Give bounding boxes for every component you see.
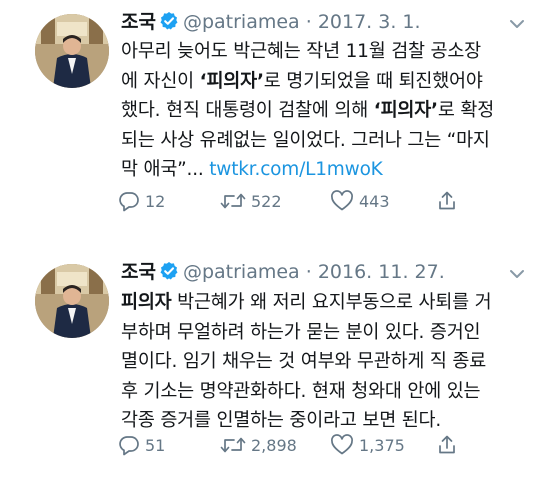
tweet-text-line: 부하며 무얼하려 하는가 묻는 분이 있다. 증거인 [121,318,541,348]
reply-count: 12 [145,191,166,211]
tweet-actions: 12 522 443 [118,188,538,214]
text-segment: 했다. 현직 대통령이 검찰에 의해 [121,100,374,121]
tweet-1[interactable]: 조국 @patriamea · 2017. 3. 1. 아무리 늦어도 박근혜는 … [0,0,557,226]
tweet-2[interactable]: 조국 @patriamea · 2016. 11. 27. 피의자 박근혜가 왜 … [0,252,557,477]
author-handle[interactable]: @patriamea [183,11,300,33]
author-handle[interactable]: @patriamea [183,261,300,283]
tweet-text-line: 되는 사상 유례없는 일이었다. 그러나 그는 “마지 [121,126,541,156]
verified-badge-icon [159,11,179,37]
text-segment: 되는 사상 유례없는 일이었다. 그러나 그는 “마지 [121,129,490,151]
tweet-text-line: 막 애국”... twtkr.com/L1mwoK [121,155,541,185]
tweet-actions: 51 2,898 1,375 [118,432,538,458]
share-icon [439,435,455,454]
chevron-down-icon[interactable] [507,264,527,284]
tweet-text-line: 했다. 현직 대통령이 검찰에 의해 ‘피의자’로 확정 [121,96,541,126]
text-segment: 막 애국”... [121,159,210,180]
tweet-text-line: 후 기소는 명약관화하다. 현재 청와대 안에 있는 [121,377,541,407]
share-icon [439,191,455,210]
author-name[interactable]: 조국 [121,11,156,33]
tweet-header: 조국 @patriamea · 2017. 3. 1. [121,10,421,37]
reply-icon [119,436,139,456]
tweet-text-line: 멸이다. 임기 채우는 것 여부와 무관하게 직 종료 [121,347,541,377]
chevron-down-icon[interactable] [507,14,527,34]
tweet-text-line: 에 자신이 ‘피의자’로 명기되었을 때 퇴진했어야 [121,67,541,97]
avatar[interactable] [35,14,109,88]
text-segment: 멸이다. 임기 채우는 것 여부와 무관하게 직 종료 [121,351,487,372]
text-segment: 로 명기되었을 때 퇴진했어야 [263,70,483,92]
like-count: 443 [359,191,390,211]
retweet-icon [220,193,246,209]
text-segment: 로 확정 [437,100,495,121]
reply-icon [119,192,139,212]
separator-dot: · [299,11,318,33]
text-segment: 각종 증거를 인멸하는 중이라고 보면 된다. [121,410,442,431]
verified-badge-icon [159,261,179,287]
bold-text-segment: ‘피의자’ [373,100,438,121]
retweet-button[interactable]: 522 [220,188,282,214]
tweet-text: 피의자 박근혜가 왜 저리 요지부동으로 사퇴를 거부하며 무얼하려 하는가 묻… [121,288,541,436]
tweet-text-line: 피의자 박근혜가 왜 저리 요지부동으로 사퇴를 거 [121,288,541,318]
tweet-date[interactable]: 2016. 11. 27. [318,261,445,283]
heart-icon [331,434,353,455]
avatar[interactable] [35,264,109,338]
tweet-date[interactable]: 2017. 3. 1. [318,11,421,33]
text-segment: 후 기소는 명약관화하다. 현재 청와대 안에 있는 [121,380,481,402]
reply-button[interactable]: 12 [118,188,165,214]
author-name[interactable]: 조국 [121,261,156,283]
tweet-link[interactable]: twtkr.com/L1mwoK [209,159,383,180]
reply-count: 51 [145,435,166,455]
text-segment: 에 자신이 [121,70,200,92]
avatar-photo [35,14,109,88]
avatar-photo [35,264,109,338]
separator-dot: · [299,261,318,283]
text-segment: 부하며 무얼하려 하는가 묻는 분이 있다. 증거인 [121,321,481,343]
bold-text-segment: 피의자 [121,292,172,313]
tweet-text-line: 아무리 늦어도 박근혜는 작년 11월 검찰 공소장 [121,37,541,67]
retweet-button[interactable]: 2,898 [220,432,297,458]
reply-button[interactable]: 51 [118,432,165,458]
like-button[interactable]: 443 [330,188,390,214]
text-segment: 박근혜가 왜 저리 요지부동으로 사퇴를 거 [171,292,492,313]
tweet-text: 아무리 늦어도 박근혜는 작년 11월 검찰 공소장 에 자신이 ‘피의자’로 명… [121,37,541,185]
like-button[interactable]: 1,375 [330,432,405,458]
share-button[interactable] [436,188,463,214]
bold-text-segment: ‘피의자’ [199,70,264,92]
retweet-icon [220,437,246,453]
heart-icon [331,190,353,211]
retweet-count: 2,898 [251,435,297,455]
like-count: 1,375 [359,435,405,455]
share-button[interactable] [436,432,463,458]
text-segment: 아무리 늦어도 박근혜는 작년 11월 검찰 공소장 [121,41,481,62]
retweet-count: 522 [251,191,282,211]
tweet-header: 조국 @patriamea · 2016. 11. 27. [121,260,445,287]
